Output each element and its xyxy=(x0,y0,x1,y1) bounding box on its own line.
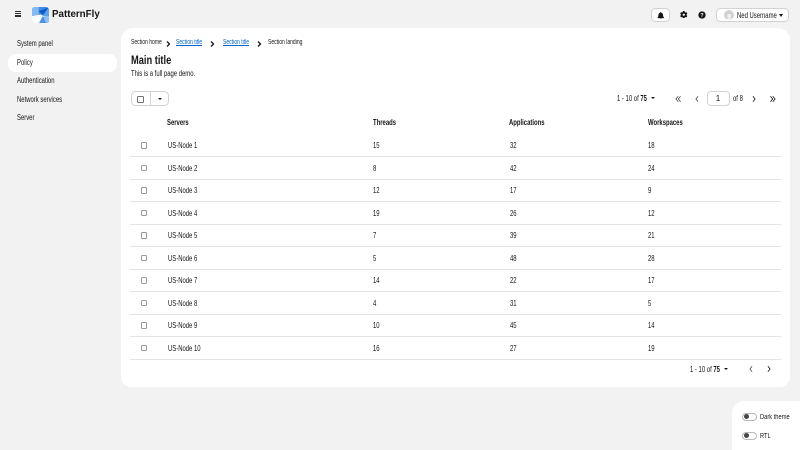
svg-text:?: ? xyxy=(700,12,703,18)
